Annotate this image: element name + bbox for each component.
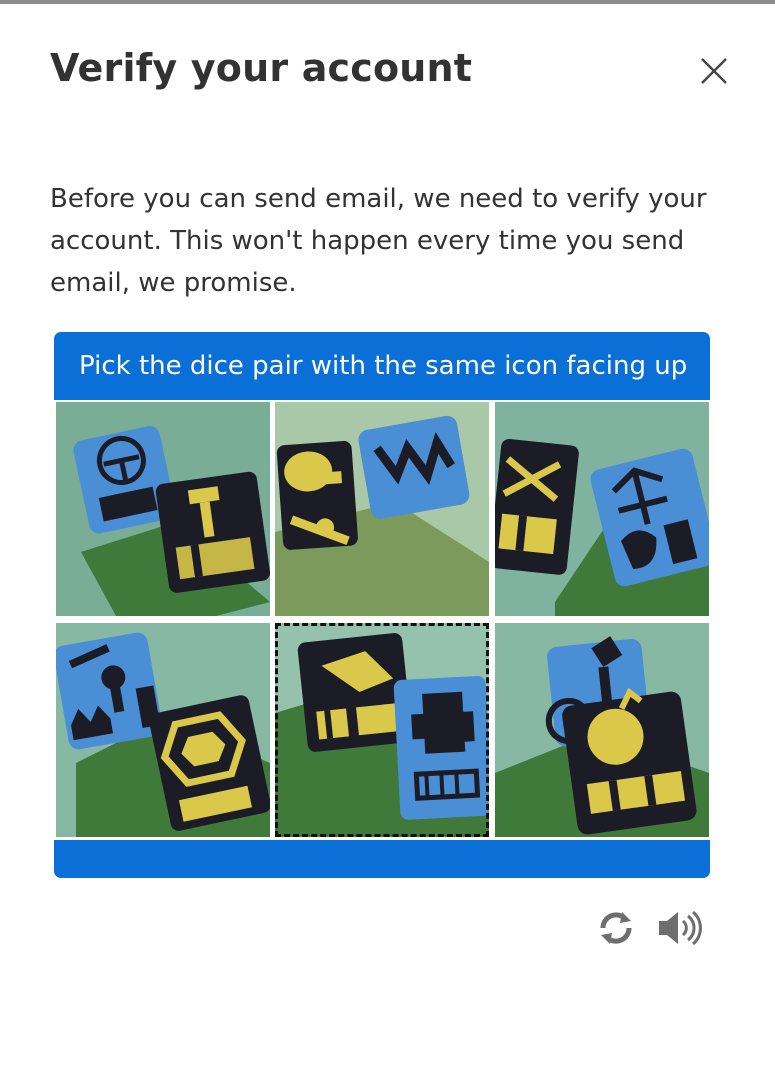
dice-tile-1[interactable] (56, 402, 270, 616)
top-border (0, 0, 775, 4)
challenge-footer (54, 840, 710, 878)
dice-tile-6[interactable] (495, 623, 709, 837)
audio-button[interactable] (656, 906, 704, 950)
dice-tile-3[interactable] (495, 402, 709, 616)
close-icon (701, 58, 727, 84)
refresh-button[interactable] (594, 906, 638, 950)
challenge-prompt: Pick the dice pair with the same icon fa… (54, 332, 710, 400)
refresh-icon (600, 912, 632, 944)
dice-tile-2[interactable] (275, 402, 489, 616)
dice-grid (56, 402, 709, 838)
dialog-description: Before you can send email, we need to ve… (50, 184, 707, 298)
captcha-challenge: Pick the dice pair with the same icon fa… (54, 332, 710, 878)
close-button[interactable] (698, 55, 730, 87)
dice-tile-5[interactable] (275, 623, 489, 837)
dialog-title: Verify your account (50, 46, 473, 90)
dice-tile-4[interactable] (56, 623, 270, 837)
speaker-icon (659, 910, 702, 946)
